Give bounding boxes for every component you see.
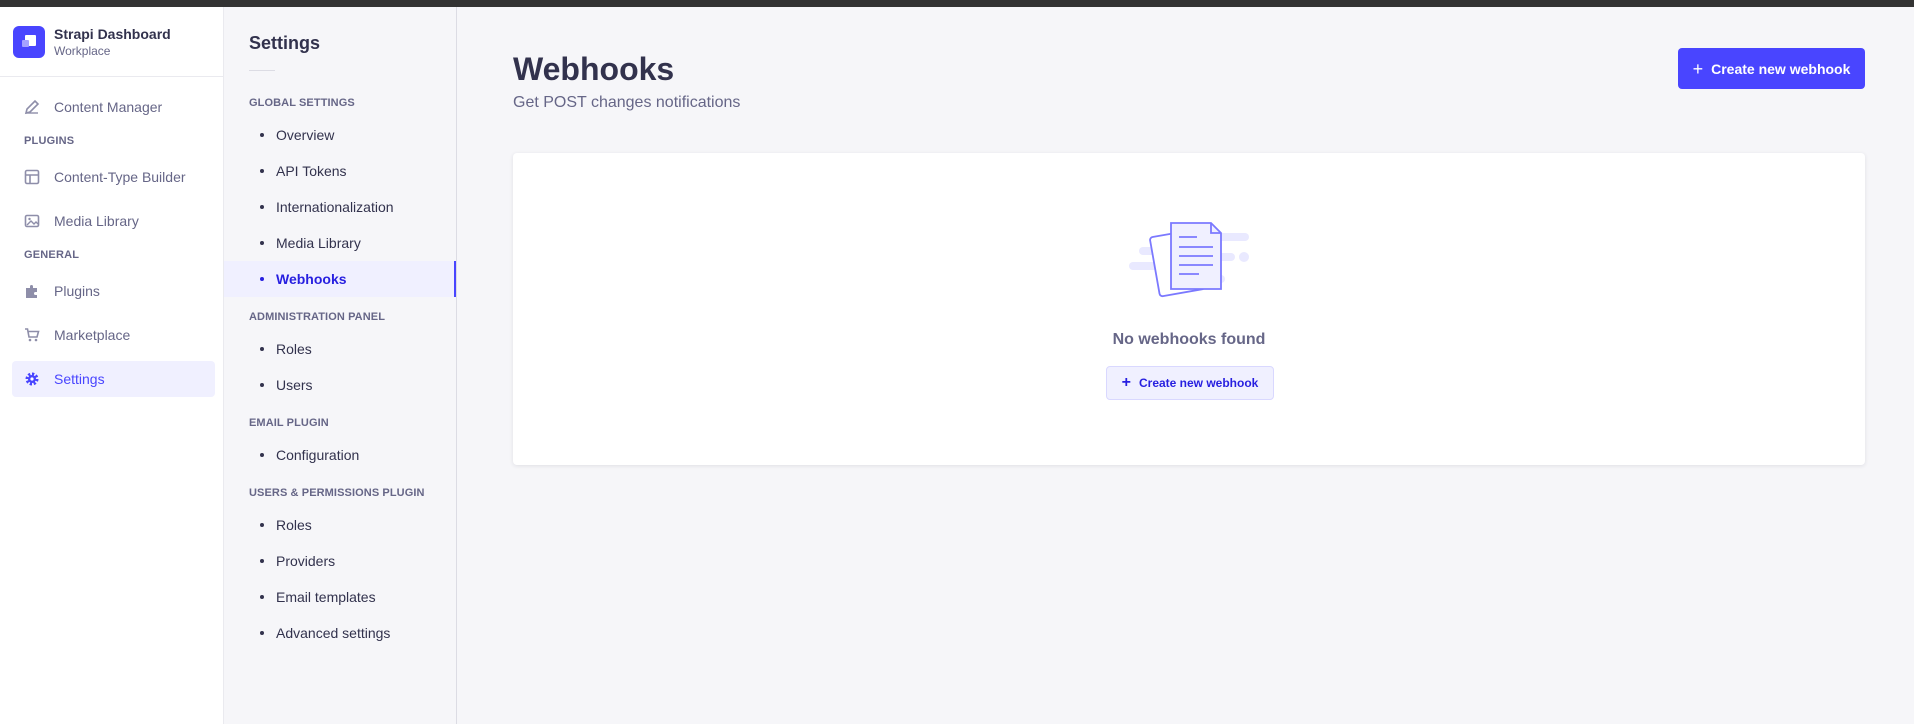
subnav-section-email: EMAIL PLUGIN xyxy=(249,417,329,429)
image-icon xyxy=(24,213,40,229)
nav-label: Settings xyxy=(54,371,105,387)
nav-label: Marketplace xyxy=(54,327,131,343)
subnav-item-advanced-settings[interactable]: Advanced settings xyxy=(224,615,456,651)
subnav-item-configuration[interactable]: Configuration xyxy=(224,437,456,473)
gear-icon xyxy=(24,371,40,387)
bullet-icon xyxy=(260,241,264,245)
empty-state-message: No webhooks found xyxy=(1112,331,1266,348)
nav-item-content-manager[interactable]: Content Manager xyxy=(12,89,215,125)
subnav-item-overview[interactable]: Overview xyxy=(224,117,456,153)
main-content: Webhooks Get POST changes notifications … xyxy=(457,7,1914,724)
nav-item-plugins[interactable]: Plugins xyxy=(12,273,215,309)
subnav-item-internationalization[interactable]: Internationalization xyxy=(224,189,456,225)
strapi-logo-icon xyxy=(13,25,45,58)
subnav-item-admin-roles[interactable]: Roles xyxy=(224,331,456,367)
nav-label: Content-Type Builder xyxy=(54,169,186,185)
window-top-bar xyxy=(0,0,1914,7)
subnav-item-email-templates[interactable]: Email templates xyxy=(224,579,456,615)
subnav-label: Roles xyxy=(276,517,312,533)
nav-label: Content Manager xyxy=(54,99,163,115)
nav-label: Plugins xyxy=(54,283,100,299)
app-name: Strapi Dashboard xyxy=(54,25,171,42)
subnav-section-admin: ADMINISTRATION PANEL xyxy=(249,311,386,323)
nav-item-marketplace[interactable]: Marketplace xyxy=(12,317,215,353)
button-label: Create new webhook xyxy=(1138,376,1259,390)
subnav-item-admin-users[interactable]: Users xyxy=(224,367,456,403)
subnav-label: API Tokens xyxy=(276,163,347,179)
bullet-icon xyxy=(260,595,264,599)
subnav-label: Users xyxy=(276,377,313,393)
bullet-icon xyxy=(260,453,264,457)
subnav-label: Internationalization xyxy=(276,199,394,215)
page-title: Webhooks xyxy=(513,51,675,87)
shopping-cart-icon xyxy=(24,327,40,343)
nav-label: Media Library xyxy=(54,213,139,229)
nav-item-content-type-builder[interactable]: Content-Type Builder xyxy=(12,159,215,195)
nav-section-general: GENERAL xyxy=(24,249,80,261)
subnav-item-webhooks[interactable]: Webhooks xyxy=(224,261,456,297)
subnav-title: Settings xyxy=(249,33,321,53)
subnav-divider xyxy=(249,70,275,71)
subnav-label: Advanced settings xyxy=(276,625,391,641)
puzzle-icon xyxy=(24,283,40,299)
bullet-icon xyxy=(260,205,264,209)
bullet-icon xyxy=(260,383,264,387)
nav-item-media-library[interactable]: Media Library xyxy=(12,203,215,239)
main-nav: Strapi Dashboard Workplace Content Manag… xyxy=(0,7,224,724)
subnav-item-up-roles[interactable]: Roles xyxy=(224,507,456,543)
bullet-icon xyxy=(260,559,264,563)
subnav-item-providers[interactable]: Providers xyxy=(224,543,456,579)
bullet-icon xyxy=(260,523,264,527)
nav-section-plugins: PLUGINS xyxy=(24,135,75,147)
settings-subnav: Settings GLOBAL SETTINGS Overview API To… xyxy=(224,7,457,724)
layout-icon xyxy=(24,169,40,185)
subnav-section-users-permissions: USERS & PERMISSIONS PLUGIN xyxy=(249,487,425,499)
bullet-icon xyxy=(260,169,264,173)
bullet-icon xyxy=(260,347,264,351)
empty-state-card: No webhooks found + Create new webhook xyxy=(513,153,1865,465)
subnav-section-global: GLOBAL SETTINGS xyxy=(249,97,355,109)
subnav-label: Configuration xyxy=(276,447,360,463)
empty-documents-icon xyxy=(1119,217,1259,312)
create-webhook-button[interactable]: + Create new webhook xyxy=(1678,48,1865,89)
button-label: Create new webhook xyxy=(1711,60,1851,77)
nav-item-settings[interactable]: Settings xyxy=(12,361,215,397)
subnav-label: Email templates xyxy=(276,589,376,605)
subnav-label: Media Library xyxy=(276,235,361,251)
pencil-icon xyxy=(24,99,40,115)
bullet-icon xyxy=(260,133,264,137)
workspace-name: Workplace xyxy=(54,43,111,58)
bullet-icon xyxy=(260,277,264,281)
subnav-item-media-library[interactable]: Media Library xyxy=(224,225,456,261)
subnav-label: Roles xyxy=(276,341,312,357)
plus-icon: + xyxy=(1121,374,1131,391)
plus-icon: + xyxy=(1692,58,1704,79)
page-subtitle: Get POST changes notifications xyxy=(513,94,741,111)
subnav-label: Providers xyxy=(276,553,336,569)
subnav-label: Webhooks xyxy=(276,271,347,287)
bullet-icon xyxy=(260,631,264,635)
empty-create-webhook-button[interactable]: + Create new webhook xyxy=(1106,366,1274,400)
brand-header[interactable]: Strapi Dashboard Workplace xyxy=(0,7,223,77)
subnav-label: Overview xyxy=(276,127,335,143)
subnav-item-api-tokens[interactable]: API Tokens xyxy=(224,153,456,189)
